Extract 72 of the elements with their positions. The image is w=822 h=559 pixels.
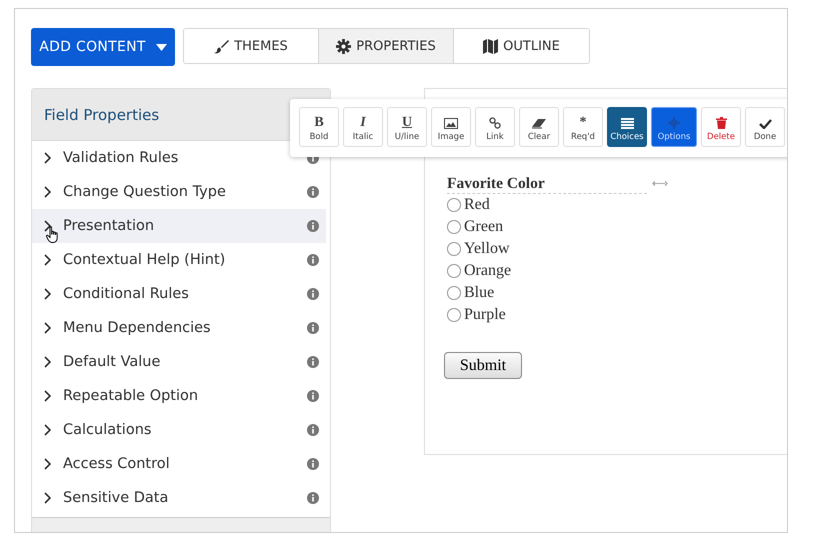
chevron-icon — [44, 322, 51, 334]
toolbar-button[interactable]: Link — [475, 107, 515, 147]
chevron-icon — [44, 186, 51, 198]
info-icon[interactable] — [307, 254, 319, 266]
chevron-icon — [44, 492, 51, 504]
chevron-icon — [44, 390, 51, 402]
question-label: Favorite Color — [447, 175, 545, 193]
toolbar-button[interactable]: Done — [745, 107, 785, 147]
radio-button[interactable] — [447, 242, 461, 256]
toolbar-button[interactable]: Options — [651, 107, 697, 147]
choice-label: Yellow — [464, 240, 510, 258]
radio-button[interactable] — [447, 264, 461, 278]
sidebar-item[interactable]: Calculations — [32, 413, 326, 447]
choice-label: Orange — [464, 262, 512, 280]
info-icon[interactable] — [307, 458, 319, 470]
radio-button[interactable] — [447, 308, 461, 322]
sidebar-item[interactable]: Contextual Help (Hint) — [32, 243, 326, 277]
sidebar-item[interactable]: Sensitive Data — [32, 481, 326, 515]
sidebar-item[interactable]: Access Control — [32, 447, 326, 481]
resize-icon[interactable] — [652, 180, 668, 187]
submit-button[interactable]: Submit — [444, 352, 522, 379]
choice-label: Red — [464, 196, 490, 214]
toolbar-button[interactable]: Choices — [607, 107, 647, 147]
info-icon[interactable] — [307, 492, 319, 504]
chevron-icon — [44, 152, 51, 164]
info-icon[interactable] — [307, 288, 319, 300]
toolbar-button[interactable]: * Req'd — [563, 107, 603, 147]
caret-icon — [156, 44, 167, 50]
check-icon — [758, 119, 772, 129]
choice-label: Green — [464, 218, 504, 236]
chevron-icon — [44, 424, 51, 436]
gear-icon — [668, 117, 680, 129]
toolbar-button[interactable]: Image — [431, 107, 471, 147]
gear-icon — [336, 38, 352, 54]
sidebar-item[interactable]: Menu Dependencies — [32, 311, 326, 345]
toolbar-button[interactable]: B Bold — [299, 107, 339, 147]
info-icon[interactable] — [307, 424, 319, 436]
chevron-icon — [44, 458, 51, 470]
radio-button[interactable] — [447, 286, 461, 300]
toolbar-button[interactable]: I Italic — [343, 107, 383, 147]
radio-button[interactable] — [447, 220, 461, 234]
sidebar-item[interactable]: Default Value — [32, 345, 326, 379]
sidebar-item[interactable]: Presentation — [32, 209, 326, 243]
hand-cursor-icon — [46, 226, 59, 243]
chevron-icon — [44, 220, 51, 232]
eraser-icon — [532, 119, 546, 129]
list-icon — [620, 118, 634, 129]
info-icon[interactable] — [307, 356, 319, 368]
image-icon — [444, 118, 458, 129]
toolbar-button[interactable]: Clear — [519, 107, 559, 147]
info-icon[interactable] — [307, 390, 319, 402]
chevron-icon — [44, 356, 51, 368]
info-icon[interactable] — [307, 220, 319, 232]
choice-label: Purple — [464, 306, 506, 324]
brush-icon — [214, 38, 230, 54]
link-icon — [489, 117, 501, 129]
tab[interactable]: PROPERTIES — [319, 29, 454, 63]
chevron-icon — [44, 254, 51, 266]
tab[interactable]: THEMES — [184, 29, 319, 63]
radio-button[interactable] — [447, 198, 461, 212]
map-icon — [483, 38, 498, 54]
add-content-button[interactable]: ADD CONTENT — [31, 28, 175, 66]
sidebar-item[interactable]: Conditional Rules — [32, 277, 326, 311]
chevron-icon — [44, 288, 51, 300]
toolbar-button[interactable]: U U/line — [387, 107, 427, 147]
choice-label: Blue — [464, 284, 494, 302]
info-icon[interactable] — [307, 322, 319, 334]
sidebar-item[interactable]: Change Question Type — [32, 175, 326, 209]
trash-icon — [716, 117, 726, 129]
info-icon[interactable] — [307, 186, 319, 198]
toolbar-button[interactable]: Delete — [701, 107, 741, 147]
sidebar-item[interactable]: Repeatable Option — [32, 379, 326, 413]
